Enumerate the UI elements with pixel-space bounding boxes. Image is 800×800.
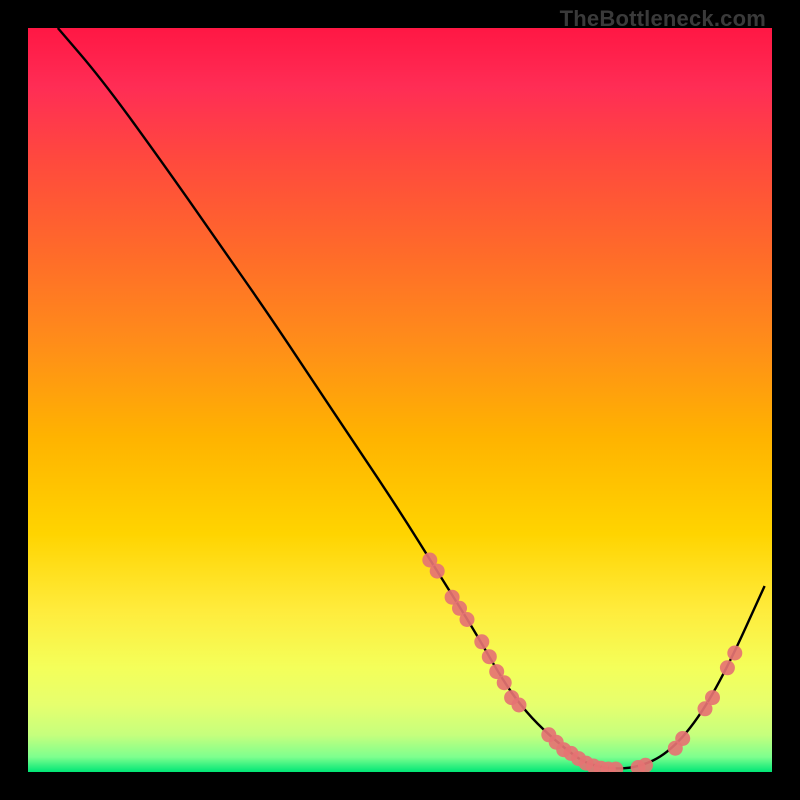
chart-marker — [579, 756, 594, 771]
chart-marker — [638, 758, 653, 772]
chart-marker — [556, 742, 571, 757]
chart-marker — [460, 612, 475, 627]
chart-marker — [705, 690, 720, 705]
chart-marker — [571, 751, 586, 766]
chart-marker — [720, 660, 735, 675]
chart-frame — [28, 28, 772, 772]
chart-marker — [727, 646, 742, 661]
chart-marker — [430, 564, 445, 579]
chart-marker — [564, 746, 579, 761]
chart-marker — [489, 664, 504, 679]
chart-marker — [549, 735, 564, 750]
chart-marker — [601, 762, 616, 773]
chart-marker — [586, 759, 601, 773]
chart-marker — [675, 731, 690, 746]
chart-marker — [474, 634, 489, 649]
chart-marker — [422, 553, 437, 568]
chart-marker — [512, 698, 527, 713]
chart-marker — [608, 762, 623, 773]
chart-curve — [58, 28, 765, 768]
chart-marker — [497, 675, 512, 690]
chart-marker — [504, 690, 519, 705]
chart-marker — [541, 727, 556, 742]
chart-marker — [698, 701, 713, 716]
chart-markers — [422, 553, 742, 773]
chart-curve-group — [58, 28, 765, 768]
chart-marker — [668, 741, 683, 756]
chart-marker — [631, 760, 646, 772]
chart-marker — [452, 601, 467, 616]
chart-marker — [445, 590, 460, 605]
chart-marker — [593, 761, 608, 772]
chart-marker — [482, 649, 497, 664]
watermark-text: TheBottleneck.com — [560, 6, 766, 32]
chart-svg — [28, 28, 772, 772]
